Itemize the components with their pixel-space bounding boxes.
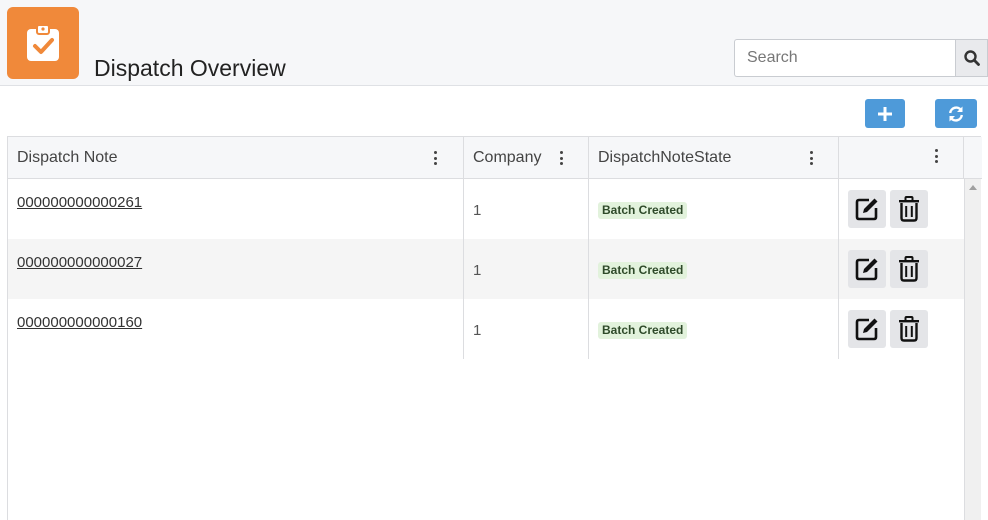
- column-menu-icon[interactable]: [935, 149, 939, 163]
- dispatch-note-link[interactable]: 000000000000261: [17, 194, 142, 211]
- column-menu-icon[interactable]: [560, 151, 564, 165]
- dispatch-note-link[interactable]: 000000000000160: [17, 314, 142, 331]
- trash-icon: [899, 316, 919, 342]
- column-header-dispatch-note[interactable]: Dispatch Note: [8, 137, 464, 178]
- edit-icon: [855, 198, 878, 221]
- refresh-button[interactable]: [935, 99, 977, 128]
- column-header-company[interactable]: Company: [464, 137, 589, 178]
- column-menu-icon[interactable]: [434, 151, 438, 165]
- plus-icon: [878, 106, 892, 121]
- delete-button[interactable]: [890, 250, 928, 288]
- status-badge: Batch Created: [598, 322, 688, 339]
- status-badge: Batch Created: [598, 202, 688, 219]
- clipboard-check-icon: [7, 7, 79, 79]
- search-input[interactable]: [734, 39, 955, 77]
- add-button[interactable]: [865, 99, 905, 128]
- grid-header: Dispatch Note Company DispatchNoteState: [8, 137, 982, 179]
- scroll-up-icon[interactable]: [969, 185, 977, 190]
- status-badge: Batch Created: [598, 262, 688, 279]
- search-box: [734, 39, 988, 77]
- edit-button[interactable]: [848, 190, 886, 228]
- trash-icon: [899, 256, 919, 282]
- edit-icon: [855, 258, 878, 281]
- table-row: 000000000000261 1 Batch Created: [8, 179, 964, 239]
- column-header-actions[interactable]: [839, 137, 964, 178]
- edit-button[interactable]: [848, 310, 886, 348]
- search-button[interactable]: [955, 39, 988, 77]
- delete-button[interactable]: [890, 190, 928, 228]
- refresh-icon: [949, 105, 963, 122]
- dispatch-grid: Dispatch Note Company DispatchNoteState …: [7, 136, 982, 520]
- table-row: 000000000000160 1 Batch Created: [8, 299, 964, 359]
- page-header: Dispatch Overview: [0, 0, 988, 86]
- trash-icon: [899, 196, 919, 222]
- company-value: 1: [473, 322, 482, 339]
- table-row: 000000000000027 1 Batch Created: [8, 239, 964, 299]
- vertical-scrollbar[interactable]: [964, 179, 981, 520]
- page-title: Dispatch Overview: [94, 55, 286, 81]
- edit-button[interactable]: [848, 250, 886, 288]
- column-menu-icon[interactable]: [810, 151, 814, 165]
- delete-button[interactable]: [890, 310, 928, 348]
- company-value: 1: [473, 262, 482, 279]
- column-header-dispatch-note-state[interactable]: DispatchNoteState: [589, 137, 839, 178]
- edit-icon: [855, 318, 878, 341]
- dispatch-note-link[interactable]: 000000000000027: [17, 254, 142, 271]
- company-value: 1: [473, 202, 482, 219]
- search-icon: [963, 50, 980, 66]
